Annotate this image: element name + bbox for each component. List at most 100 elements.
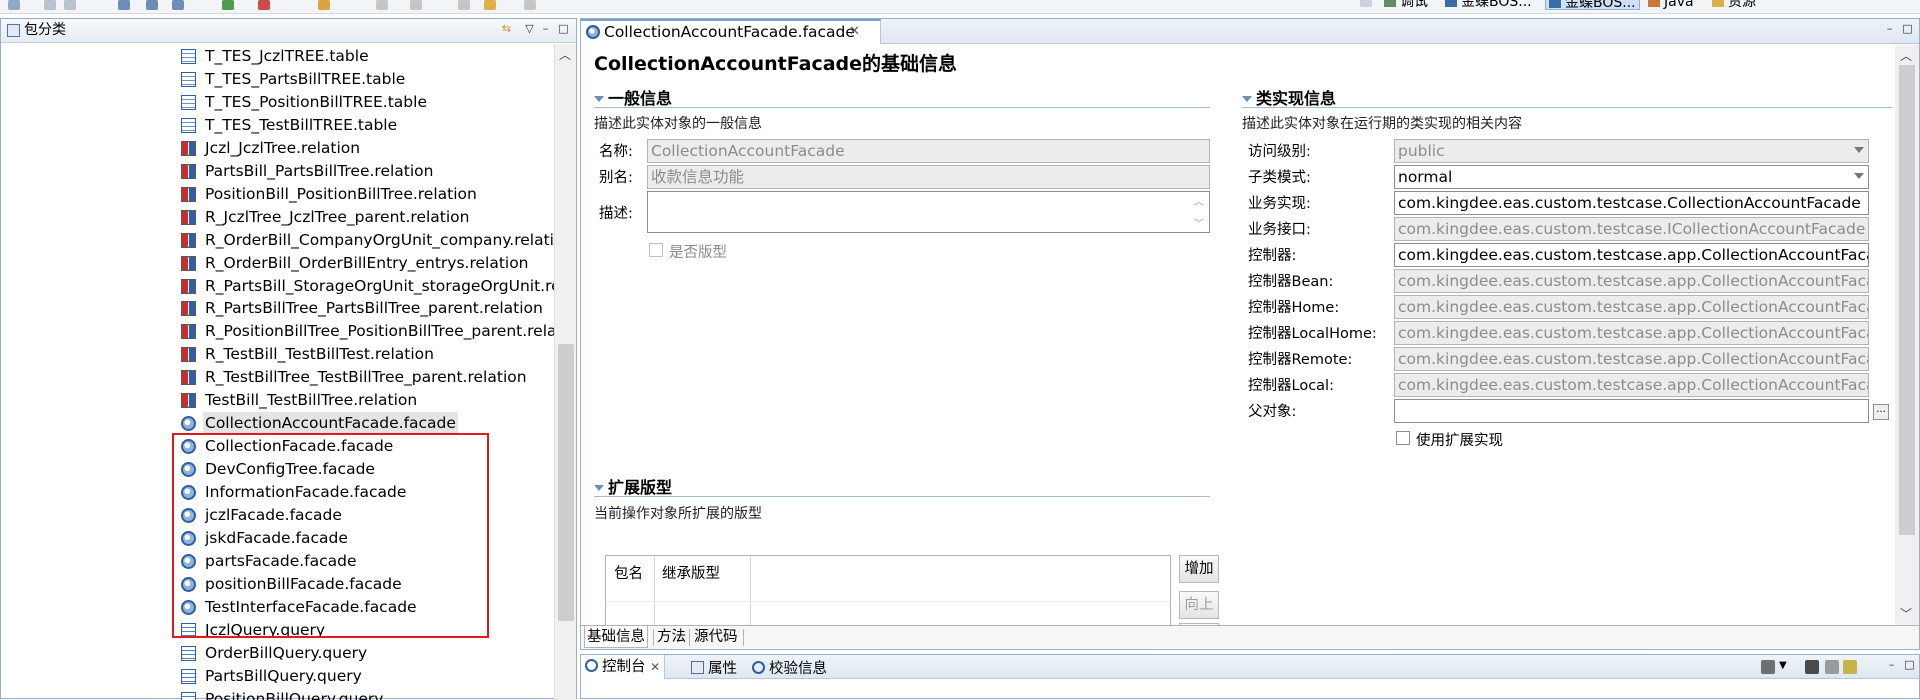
link-with-editor-icon[interactable]: ⇆ [500, 23, 513, 36]
view-menu-icon[interactable]: ▽ [523, 23, 536, 36]
section-divider [594, 496, 1210, 497]
facade-icon [181, 439, 196, 455]
tree-item-label: partsFacade.facade [205, 551, 357, 570]
use-ext-impl-checkbox[interactable] [1396, 431, 1410, 445]
tab-basic-info[interactable]: 基础信息 [584, 626, 648, 648]
java-perspective-icon [1648, 0, 1660, 7]
edit-icon[interactable] [1843, 660, 1857, 674]
facade-icon [586, 25, 600, 39]
minimize-icon[interactable]: – [539, 23, 552, 36]
tab-methods[interactable]: 方法 [655, 626, 688, 648]
access-level-select[interactable]: public [1394, 139, 1869, 163]
tab-separator [653, 629, 654, 646]
back-dropdown-icon[interactable] [484, 0, 496, 10]
search-icon[interactable] [318, 0, 330, 10]
facade-icon [181, 553, 196, 569]
bos-perspective-icon [1549, 0, 1561, 8]
tab-source[interactable]: 源代码 [692, 626, 740, 648]
column-divider [654, 556, 655, 625]
tab-validation[interactable]: 校验信息 [752, 657, 827, 678]
tree-item-label: PositionBillQuery.query [205, 689, 384, 700]
controller-field[interactable]: com.kingdee.eas.custom.testcase.app.Coll… [1394, 243, 1869, 267]
chevron-down-icon [1854, 173, 1864, 179]
scrollbar-thumb[interactable] [558, 344, 574, 621]
maximize-icon[interactable]: □ [1901, 23, 1914, 36]
parent-object-field[interactable] [1394, 399, 1869, 423]
editor-scrollbar[interactable]: ︿ ﹀ [1895, 45, 1919, 625]
build-icon[interactable] [118, 0, 130, 10]
history-icon[interactable] [410, 0, 422, 10]
publish-icon[interactable] [146, 0, 158, 10]
relation-icon [181, 255, 196, 271]
close-icon[interactable]: ✕ [650, 660, 660, 674]
open-perspective-icon[interactable] [1360, 0, 1372, 7]
perspective-bos-2[interactable]: 金蝶BOS... [1545, 0, 1640, 11]
run-icon[interactable] [222, 0, 234, 10]
tree-item-label: R_PartsBillTree_PartsBillTree_parent.rel… [205, 299, 543, 318]
debug-icon[interactable] [258, 0, 270, 10]
clear-icon[interactable] [1825, 660, 1839, 674]
tree-item-label: positionBillFacade.facade [205, 574, 402, 593]
editor-tab[interactable]: CollectionAccountFacade.facade ✕ [581, 19, 881, 44]
browse-button[interactable]: ... [1873, 404, 1889, 420]
save-all-icon[interactable] [64, 0, 76, 10]
maximize-icon[interactable]: □ [557, 23, 570, 36]
column-header-package[interactable]: 包名 [614, 562, 643, 583]
column-header-inherit[interactable]: 继承版型 [662, 562, 720, 583]
scroll-down-icon[interactable]: ﹀ [1900, 605, 1912, 622]
scrollbar-thumb[interactable] [1899, 65, 1915, 535]
perspective-resource[interactable]: 资源 [1712, 0, 1756, 10]
facade-icon [181, 462, 196, 478]
template-checkbox[interactable] [649, 243, 663, 257]
save-icon[interactable] [44, 0, 56, 10]
scroll-up-icon[interactable]: ︿ [559, 46, 571, 63]
minimize-icon[interactable]: – [1885, 659, 1898, 672]
relation-icon [181, 393, 196, 409]
maximize-icon[interactable]: □ [1903, 659, 1916, 672]
move-up-button[interactable]: 向上 [1179, 591, 1219, 619]
relation-icon [181, 140, 196, 156]
tree-item-label: TestBill_TestBillTree.relation [205, 391, 418, 410]
package-view-tab[interactable]: 包分类 ⇆ ▽ – □ [1, 19, 576, 43]
scroll-up-icon[interactable]: ︿ [1900, 47, 1912, 64]
alias-field[interactable]: 收款信息功能 [647, 165, 1210, 189]
deploy-icon[interactable] [172, 0, 184, 10]
perspective-debug[interactable]: 调试 [1384, 0, 1428, 10]
display-console-icon[interactable] [1761, 660, 1775, 674]
impl-section-title[interactable]: 类实现信息 [1242, 85, 1336, 109]
minimize-icon[interactable]: – [1883, 23, 1896, 36]
biz-interface-field[interactable]: com.kingdee.eas.custom.testcase.ICollect… [1394, 217, 1869, 241]
perspective-java[interactable]: Java [1648, 0, 1694, 10]
general-section-title[interactable]: 一般信息 [594, 85, 672, 109]
add-button[interactable]: 增加 [1179, 555, 1219, 583]
biz-impl-field[interactable]: com.kingdee.eas.custom.testcase.Collecti… [1394, 191, 1869, 215]
back-icon[interactable] [458, 0, 470, 10]
tab-properties[interactable]: 属性 [691, 657, 737, 678]
query-icon [181, 622, 196, 638]
tab-console[interactable]: 控制台 ✕ [581, 655, 666, 679]
facade-editor: CollectionAccountFacade.facade ✕ – □ Col… [580, 18, 1920, 650]
nav-icon[interactable] [376, 0, 388, 10]
new-icon[interactable] [8, 0, 20, 10]
controller-remote-field[interactable]: com.kingdee.eas.custom.testcase.app.Coll… [1394, 347, 1869, 371]
tree-item-label: DevConfigTree.facade [205, 460, 375, 479]
pin-icon[interactable] [1805, 660, 1819, 674]
controller-localhome-field[interactable]: com.kingdee.eas.custom.testcase.app.Coll… [1394, 321, 1869, 345]
controller-home-field[interactable]: com.kingdee.eas.custom.testcase.app.Coll… [1394, 295, 1869, 319]
collapse-icon [1242, 96, 1252, 102]
controller-bean-field[interactable]: com.kingdee.eas.custom.testcase.app.Coll… [1394, 269, 1869, 293]
close-icon[interactable]: ✕ [849, 24, 860, 39]
description-scrollbar[interactable]: ︿ ﹀ [1191, 193, 1207, 233]
ext-table[interactable]: 包名 继承版型 [605, 555, 1171, 625]
table-icon [181, 117, 196, 133]
name-field[interactable]: CollectionAccountFacade [647, 139, 1210, 163]
subclass-mode-select[interactable]: normal [1394, 165, 1869, 189]
chevron-down-icon[interactable]: ▼ [1779, 660, 1793, 674]
perspective-bos-1[interactable]: 金蝶BOS... [1445, 0, 1532, 10]
ext-section-title[interactable]: 扩展版型 [594, 474, 672, 498]
description-textarea[interactable] [647, 191, 1210, 233]
package-tree-scrollbar[interactable]: ︿ [554, 44, 576, 700]
controller-local-field[interactable]: com.kingdee.eas.custom.testcase.app.Coll… [1394, 373, 1869, 397]
forward-icon[interactable] [524, 0, 536, 10]
tree-item-label: OrderBillQuery.query [205, 643, 368, 662]
